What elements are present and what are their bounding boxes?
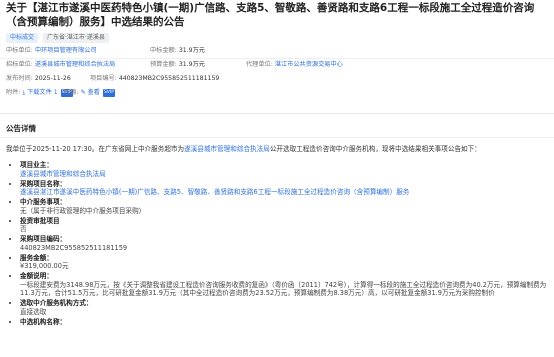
detail-item: 中选机构名称： bbox=[20, 318, 554, 327]
detail-label: 中选机构名称： bbox=[20, 317, 67, 326]
detail-value: 一标段建安费为3148.98万元，按《关于调整我省建设工程造价咨询服务收费的复函… bbox=[20, 280, 547, 298]
section-title: 公告详情 bbox=[6, 124, 36, 133]
intro-link[interactable]: 遂溪县城市管理和综合执法局 bbox=[184, 145, 270, 153]
amount-label: 中标金额: bbox=[150, 47, 177, 54]
intro-text-start: 我单位于2025-11-20 17:30。在广东省网上中介服务超市为 bbox=[6, 145, 185, 153]
svip-badge-2: SVIP bbox=[102, 89, 115, 97]
detail-item: 采购项目编码：440823MB2C955852511181159 bbox=[20, 235, 554, 252]
detail-label: 中介服务事项： bbox=[20, 198, 67, 206]
page-title: 关于【湛江市遂溪中医药特色小镇(一期)广信路、支路5、智敬路、善贤路和支路6工程… bbox=[6, 2, 535, 28]
source-field: 来源: ✎ 查看 SVIP bbox=[64, 89, 115, 97]
attachment-label: 附件: bbox=[6, 89, 21, 96]
header-separator bbox=[0, 58, 554, 59]
detail-label: 投资审批项目 bbox=[20, 216, 60, 225]
section-title-divider bbox=[0, 137, 554, 138]
budget-value: 31.9万元 bbox=[178, 61, 205, 68]
date-label: 发布时间: bbox=[6, 75, 33, 82]
detail-value: 无（属于非行政管理的中介服务项目采购） bbox=[20, 206, 146, 215]
source-link[interactable]: ✎ 查看 SVIP bbox=[80, 89, 115, 97]
detail-item: 项目业主：遂溪县城市管理和综合执法局 bbox=[20, 161, 554, 178]
date-field: 发布时间: 2025-11-26 bbox=[6, 75, 71, 83]
intro-paragraph: 我单位于2025-11-20 17:30。在广东省网上中介服务超市为遂溪县城市管… bbox=[6, 145, 551, 154]
section-divider bbox=[0, 113, 554, 114]
detail-item: 服务金额：¥319,000.00元 bbox=[20, 254, 554, 271]
attachment-field: 附件: ⤓ 下载文件 1 SVIP bbox=[6, 89, 73, 97]
winner-label: 中标单位: bbox=[6, 47, 33, 54]
project-no-label: 项目编号: bbox=[90, 75, 117, 82]
detail-value: 直接选取 bbox=[20, 307, 47, 316]
project-no-field: 项目编号: 440823MB2C955852511181159 bbox=[90, 75, 219, 83]
tenderer-link[interactable]: 遂溪县城市管理和综合执法局 bbox=[35, 61, 115, 68]
tag-status[interactable]: 中标成交 bbox=[6, 33, 39, 43]
detail-label: 项目业主： bbox=[20, 161, 53, 169]
detail-item: 金额说明：一标段建安费为3148.98万元，按《关于调整我省建设工程造价咨询服务… bbox=[20, 272, 554, 298]
download-icon: ⤓ bbox=[22, 89, 26, 96]
detail-link[interactable]: 遂溪县城市管理和综合执法局 bbox=[20, 170, 554, 179]
announcement-header: 关于【湛江市遂溪中医药特色小镇(一期)广信路、支路5、智敬路、善贤路和支路6工程… bbox=[0, 0, 554, 115]
tenderer-label: 招标单位: bbox=[6, 61, 33, 68]
tag-row: 中标成交 广东省·湛江市·遂溪县 bbox=[6, 33, 109, 43]
detail-link[interactable]: 遂溪县湛江市遂溪中医药特色小镇(一期)广信路、支路5、智敬路、善贤路和支路6工程… bbox=[20, 188, 554, 197]
detail-list: 项目业主：遂溪县城市管理和综合执法局采购项目名称：遂溪县湛江市遂溪中医药特色小镇… bbox=[12, 161, 554, 328]
tenderer-field: 招标单位: 遂溪县城市管理和综合执法局 bbox=[6, 61, 115, 69]
winner-field: 中标单位: 中环项目管理有限公司 bbox=[6, 47, 97, 55]
detail-label: 采购项目编码： bbox=[20, 235, 67, 243]
detail-label: 采购项目名称： bbox=[20, 179, 67, 188]
view-icon: ✎ bbox=[80, 89, 86, 96]
amount-value: 31.9万元 bbox=[178, 47, 205, 54]
amount-field: 中标金额: 31.9万元 bbox=[150, 47, 205, 55]
winner-link[interactable]: 中环项目管理有限公司 bbox=[35, 47, 97, 54]
detail-item: 中介服务事项：无（属于非行政管理的中介服务项目采购） bbox=[20, 198, 554, 215]
detail-label: 选取中介服务机构方式： bbox=[20, 299, 93, 307]
detail-value: ¥319,000.00元 bbox=[20, 262, 69, 270]
detail-value: 440823MB2C955852511181159 bbox=[20, 243, 128, 252]
detail-value: 否 bbox=[20, 225, 27, 233]
source-label: 来源: bbox=[64, 89, 79, 96]
budget-label: 预算金额: bbox=[150, 61, 177, 68]
detail-item: 投资审批项目否 bbox=[20, 217, 554, 234]
date-value: 2025-11-26 bbox=[34, 75, 71, 82]
agency-field: 代理单位: 湛江市公共资源交易中心 bbox=[246, 61, 343, 69]
detail-item: 采购项目名称：遂溪县湛江市遂溪中医药特色小镇(一期)广信路、支路5、智敬路、善贤… bbox=[20, 180, 554, 197]
detail-label: 服务金额： bbox=[20, 253, 53, 262]
detail-label: 金额说明： bbox=[20, 272, 53, 280]
attachment-count: 1 bbox=[53, 89, 58, 96]
tag-region[interactable]: 广东省·湛江市·遂溪县 bbox=[43, 33, 109, 43]
agency-link[interactable]: 湛江市公共资源交易中心 bbox=[275, 61, 343, 68]
source-link-label: 查看 bbox=[87, 89, 100, 96]
project-no-value: 440823MB2C955852511181159 bbox=[118, 75, 220, 82]
download-label: 下载文件 bbox=[27, 89, 52, 96]
detail-item: 选取中介服务机构方式：直接选取 bbox=[20, 299, 554, 316]
agency-label: 代理单位: bbox=[246, 61, 273, 68]
budget-field: 预算金额: 31.9万元 bbox=[150, 61, 205, 69]
intro-text-end: 公开选取工程造价咨询中介服务机构，现将中选结果相关事项公告如下： bbox=[269, 145, 481, 153]
